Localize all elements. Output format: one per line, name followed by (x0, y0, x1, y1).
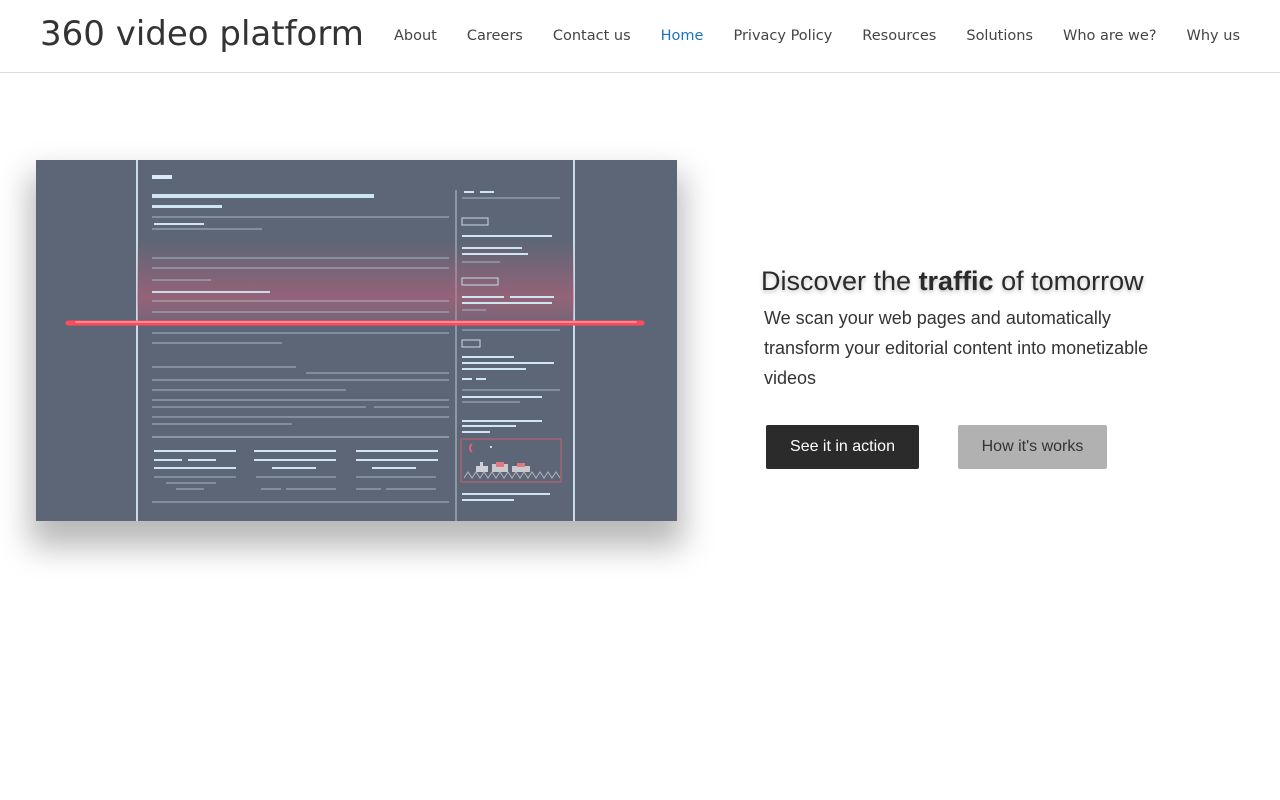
nav-link-privacy-policy[interactable]: Privacy Policy (733, 28, 832, 44)
nav-link-why-us[interactable]: Why us (1187, 28, 1240, 44)
main-nav: About Careers Contact us Home Privacy Po… (364, 0, 1240, 72)
nav-link-about[interactable]: About (394, 28, 437, 44)
nav-link-careers[interactable]: Careers (467, 28, 523, 44)
hero-heading-bold: traffic (918, 266, 994, 296)
see-it-in-action-button[interactable]: See it in action (766, 425, 919, 469)
nav-link-solutions[interactable]: Solutions (966, 28, 1033, 44)
nav-link-home[interactable]: Home (661, 28, 704, 44)
site-header: 360 video platform About Careers Contact… (0, 0, 1280, 73)
hero-heading: Discover the traffic of tomorrow (761, 266, 1231, 297)
hero-description: We scan your web pages and automatically… (764, 308, 1149, 388)
hero-scan-illustration (36, 160, 677, 521)
site-title[interactable]: 360 video platform (40, 14, 364, 54)
how-it-works-button[interactable]: How it's works (958, 425, 1107, 469)
hero-heading-pre: Discover the (761, 266, 919, 296)
nav-link-who-are-we[interactable]: Who are we? (1063, 28, 1157, 44)
nav-link-contact-us[interactable]: Contact us (553, 28, 631, 44)
hero-heading-post: of tomorrow (993, 266, 1144, 296)
webpage-scan-graphic (36, 160, 677, 521)
nav-link-resources[interactable]: Resources (862, 28, 936, 44)
hero-text-block: Discover the traffic of tomorrow We scan… (761, 266, 1231, 393)
